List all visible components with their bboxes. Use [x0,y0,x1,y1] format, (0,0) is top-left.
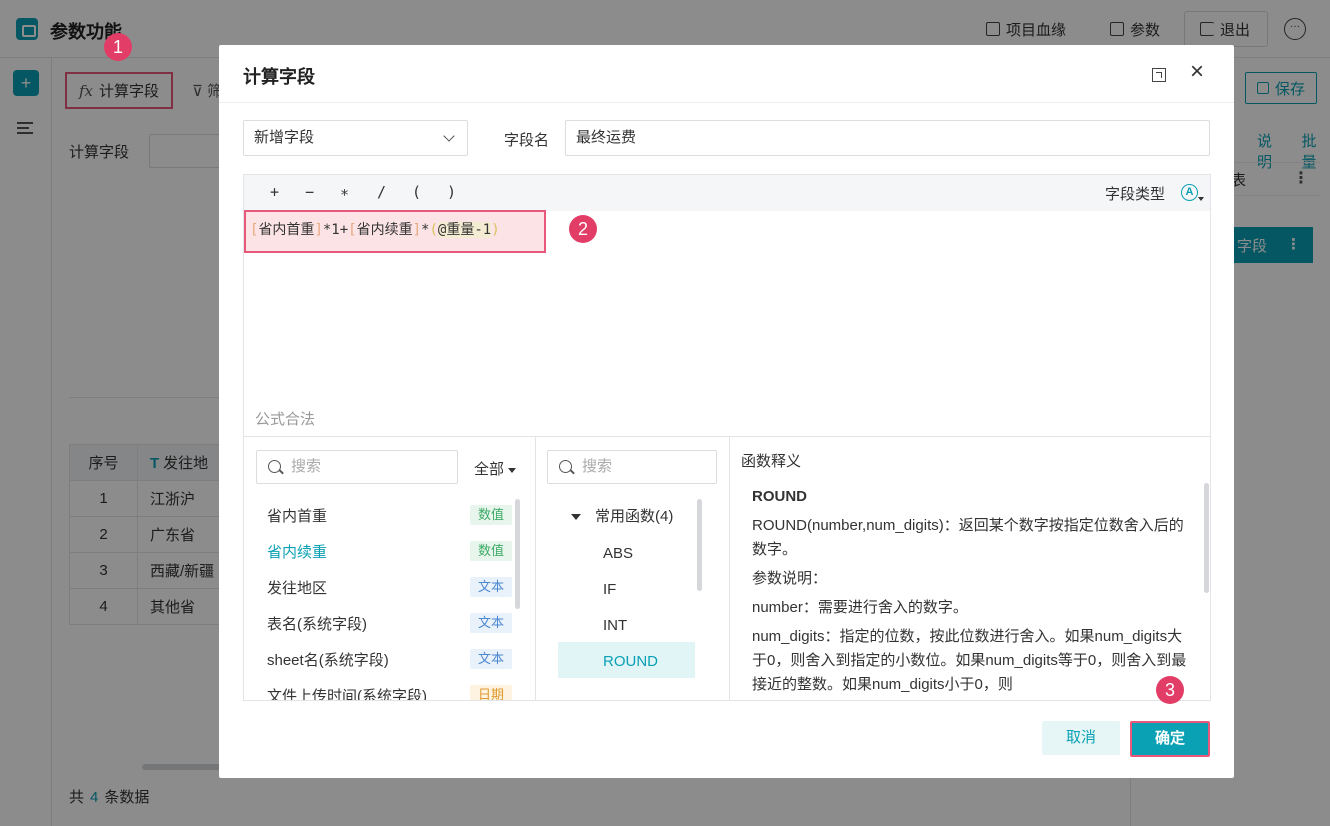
function-category[interactable]: 常用函数(4) [571,505,673,526]
operator-minus-button[interactable]: − [305,183,314,201]
operator-multiply-button[interactable]: ∗ [340,183,349,201]
type-tag: 数值 [470,505,512,525]
step-badge-3: 3 [1156,676,1184,704]
formula-field-token: 省内首重 [258,222,315,238]
operator-lparen-button[interactable]: ( [412,183,421,201]
confirm-button[interactable]: 确定 [1130,721,1210,757]
function-signature: ROUND(number,num_digits)：返回某个数字按指定位数舍入后的… [752,517,1184,558]
formula-field-token: 省内续重 [356,222,413,238]
function-item[interactable]: IF [603,581,616,598]
description-scrollbar[interactable] [1204,483,1209,593]
step-badge-2: 2 [569,215,597,243]
type-tag: 文本 [470,577,512,597]
field-list-item[interactable]: 文件上传时间(系统字段) [267,685,427,700]
step-badge-1: 1 [104,33,132,61]
field-list-item[interactable]: 表名(系统字段) [267,613,367,634]
type-tag: 日期 [470,685,512,700]
caret-down-icon [508,467,517,473]
field-type-label: 字段类型 [1105,186,1166,203]
function-list-scrollbar[interactable] [697,499,702,591]
pane-divider [729,437,730,700]
operator-divide-button[interactable]: / [377,183,386,201]
description-title: 函数释义 [741,453,802,470]
cancel-button[interactable]: 取消 [1042,721,1120,755]
formula-editor[interactable]: + − ∗ / ( ) 字段类型 A [省内首重]*1+[省内续重]*(@重量-… [243,174,1211,437]
function-item[interactable]: ABS [603,545,633,562]
operator-rparen-button[interactable]: ) [447,183,456,201]
formula-valid-hint: 公式合法 [255,411,316,428]
function-search-input[interactable]: 搜索 [547,450,717,484]
param-description: number：需要进行舍入的数字。 [752,599,968,616]
operator-plus-button[interactable]: + [270,183,279,201]
pane-divider [535,437,536,700]
formula-operator: *1+ [322,222,349,238]
formula-highlight: [省内首重]*1+[省内续重]*(@重量-1) [244,210,546,253]
field-list-scrollbar[interactable] [515,499,520,609]
field-search-input[interactable]: 搜索 [256,450,458,484]
field-name-label: 字段名 [504,132,550,149]
param-description: num_digits：指定的位数，按此位数进行舍入。如果num_digits大于… [752,628,1187,693]
description-body: ROUND ROUND(number,num_digits)：返回某个数字按指定… [752,485,1192,702]
function-item[interactable]: INT [603,617,627,634]
caret-down-icon [571,514,581,521]
field-list-item[interactable]: 省内首重 [267,505,327,526]
function-name: ROUND [752,488,807,505]
search-icon [559,460,572,473]
bottom-panes: 搜索 全部 省内首重 数值 省内续重 数值 发往地区 文本 表名(系统字段) 文… [243,437,1211,701]
field-type-icon[interactable]: A [1181,184,1198,201]
field-list-item[interactable]: 发往地区 [267,577,327,598]
formula-text[interactable]: [省内首重]*1+[省内续重]*(@重量-1) [250,219,500,239]
field-name-input[interactable]: 最终运费 [565,120,1210,156]
type-tag: 数值 [470,541,512,561]
maximize-icon[interactable] [1152,68,1166,82]
chevron-down-icon [443,130,455,142]
field-list-item[interactable]: sheet名(系统字段) [267,649,389,670]
params-heading: 参数说明： [752,570,828,587]
search-icon [268,460,281,473]
field-list-item[interactable]: 省内续重 [267,541,327,562]
function-item-selected[interactable]: ROUND [603,653,658,670]
operator-bar: + − ∗ / ( ) 字段类型 A [244,175,1210,211]
field-type-filter[interactable]: 全部 [474,458,517,479]
type-tag: 文本 [470,613,512,633]
dialog-header: 计算字段 × [219,45,1234,103]
close-icon[interactable]: × [1185,60,1209,85]
dialog-title: 计算字段 [243,67,315,87]
formula-param-token: @重量-1 [437,222,492,238]
type-tag: 文本 [470,649,512,669]
mode-select[interactable]: 新增字段 [243,120,468,156]
caret-down-icon [1198,197,1204,201]
calc-field-dialog: 计算字段 × 新增字段 字段名 最终运费 + − ∗ / ( ) 字段类型 A … [219,45,1234,778]
